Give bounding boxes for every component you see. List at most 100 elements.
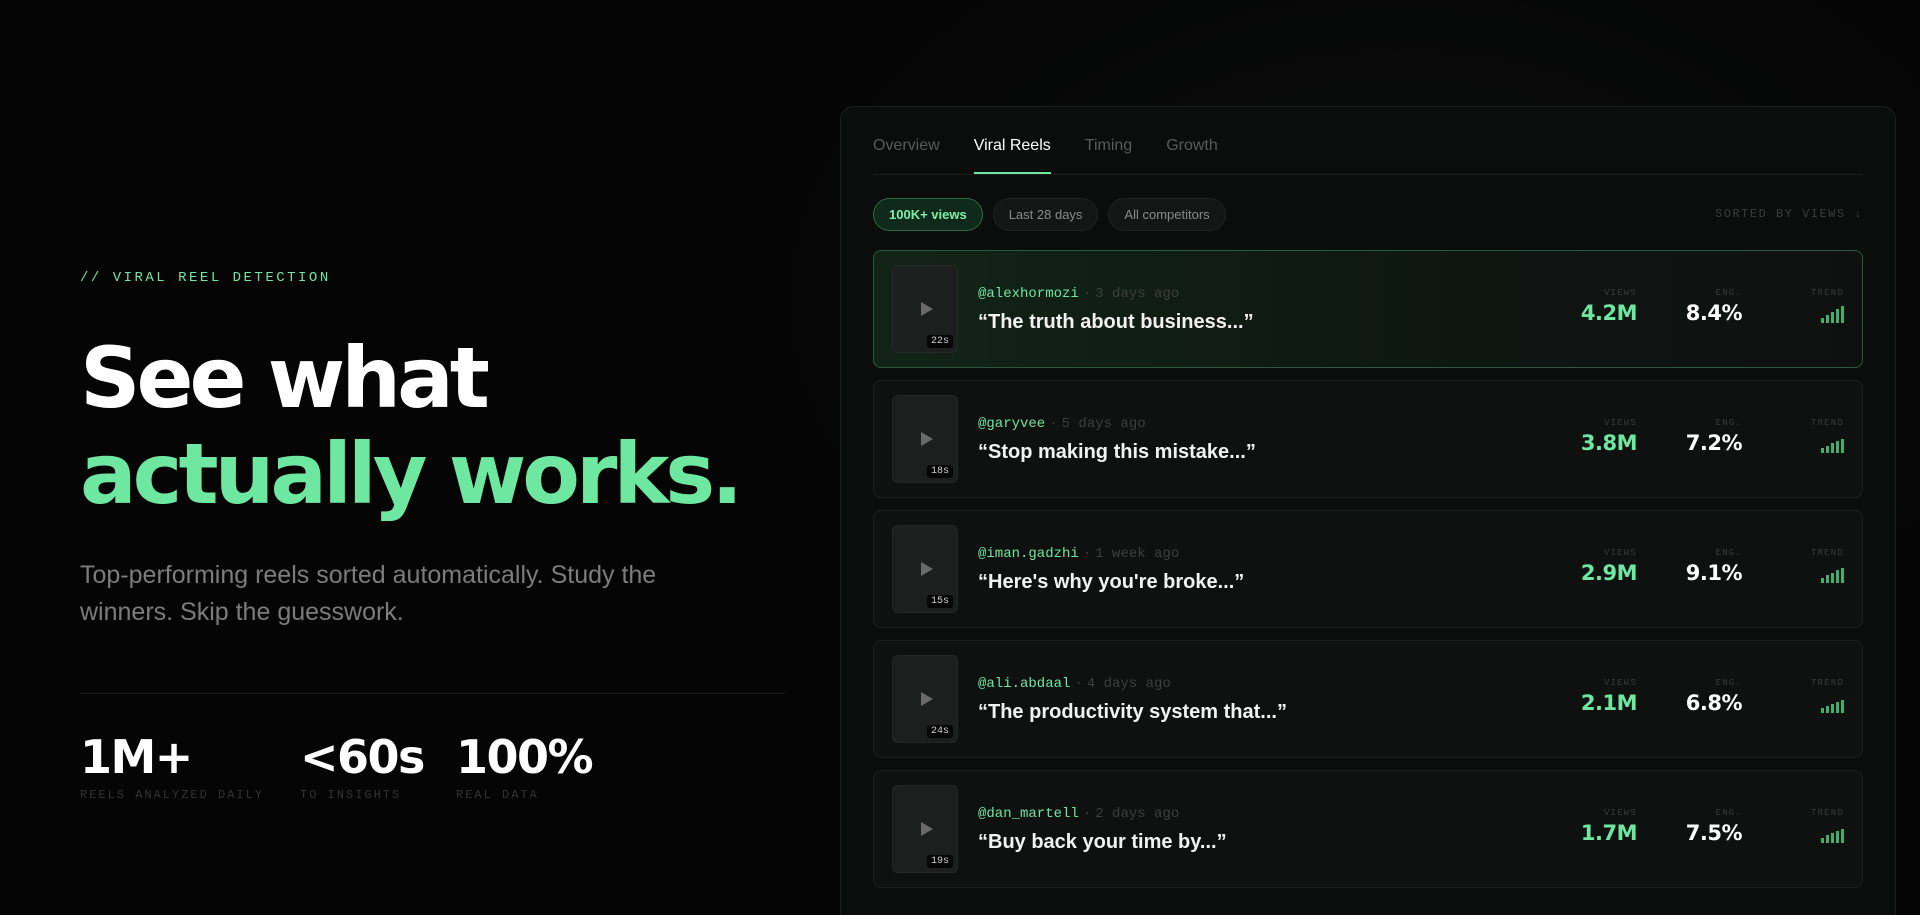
reel-meta: @garyvee · 5 days ago [978, 416, 1146, 432]
stat-value: 1M+ [80, 730, 193, 784]
views-value: 3.8M [1580, 431, 1638, 455]
engagement-metric: ENG. 6.8% [1685, 678, 1743, 715]
engagement-metric: ENG. 9.1% [1685, 548, 1743, 585]
reel-meta: @ali.abdaal · 4 days ago [978, 676, 1171, 692]
reel-caption: “Here's why you're broke...” [978, 571, 1245, 593]
reel-row[interactable]: 24s @ali.abdaal · 4 days ago “The producti… [873, 640, 1863, 758]
hero-section: // VIRAL REEL DETECTION See what actuall… [80, 0, 785, 915]
metric-label: TREND [1810, 418, 1844, 428]
metric-label: ENG. [1715, 808, 1742, 818]
reel-meta: @dan_martell · 2 days ago [978, 806, 1180, 822]
duration-badge: 22s [926, 335, 953, 348]
tab-viral-reels[interactable]: Viral Reels [973, 137, 1051, 174]
trend-metric: TREND [1811, 288, 1844, 323]
reel-caption: “Buy back your time by...” [978, 831, 1227, 853]
trend-metric: TREND [1811, 548, 1844, 583]
eyebrow-label: // VIRAL REEL DETECTION [80, 270, 331, 286]
metric-label: ENG. [1715, 288, 1742, 298]
stat-label: TO INSIGHTS [300, 788, 402, 802]
posted-time: 5 days ago [1061, 416, 1146, 432]
views-metric: VIEWS 4.2M [1580, 288, 1638, 325]
filter-chip-date-range[interactable]: Last 28 days [992, 198, 1099, 231]
creator-handle[interactable]: @dan_martell [978, 806, 1079, 822]
filter-chip-competitors[interactable]: All competitors [1108, 198, 1226, 231]
bar-chart-icon [1811, 305, 1844, 323]
metric-label: TREND [1810, 678, 1844, 688]
engagement-value: 7.2% [1685, 431, 1743, 455]
metric-label: VIEWS [1603, 678, 1637, 688]
reel-list: 22s @alexhormozi · 3 days ago “The truth a… [873, 250, 1863, 900]
play-icon [921, 562, 933, 576]
reel-caption: “The productivity system that...” [978, 701, 1287, 723]
engagement-value: 9.1% [1685, 561, 1743, 585]
stat-time-to-insights: <60s TO INSIGHTS [300, 730, 425, 802]
metric-label: VIEWS [1603, 288, 1637, 298]
stat-value: 100% [456, 730, 594, 784]
engagement-value: 6.8% [1685, 691, 1743, 715]
creator-handle[interactable]: @ali.abdaal [978, 676, 1070, 692]
reel-thumbnail[interactable]: 15s [892, 525, 958, 613]
posted-time: 2 days ago [1095, 806, 1180, 822]
stat-label: REELS ANALYZED DAILY [80, 788, 265, 802]
trend-metric: TREND [1811, 418, 1844, 453]
views-value: 2.1M [1580, 691, 1638, 715]
engagement-value: 7.5% [1685, 821, 1743, 845]
engagement-metric: ENG. 7.2% [1685, 418, 1743, 455]
trend-metric: TREND [1811, 678, 1844, 713]
reel-row[interactable]: 22s @alexhormozi · 3 days ago “The truth a… [873, 250, 1863, 368]
tab-growth[interactable]: Growth [1166, 137, 1218, 174]
metric-label: TREND [1810, 808, 1844, 818]
reel-thumbnail[interactable]: 18s [892, 395, 958, 483]
stat-value: <60s [300, 730, 425, 784]
play-icon [921, 302, 933, 316]
reel-meta: @alexhormozi · 3 days ago [978, 286, 1180, 302]
views-metric: VIEWS 2.1M [1580, 678, 1638, 715]
views-value: 2.9M [1580, 561, 1638, 585]
stat-reels-analyzed: 1M+ REELS ANALYZED DAILY [80, 730, 264, 802]
reel-thumbnail[interactable]: 22s [892, 265, 958, 353]
metric-label: VIEWS [1603, 418, 1637, 428]
metric-label: ENG. [1715, 548, 1742, 558]
posted-time: 4 days ago [1086, 676, 1171, 692]
creator-handle[interactable]: @iman.gadzhi [978, 546, 1079, 562]
views-value: 4.2M [1580, 301, 1638, 325]
trend-metric: TREND [1811, 808, 1844, 843]
duration-badge: 15s [926, 595, 953, 608]
creator-handle[interactable]: @alexhormozi [978, 286, 1079, 302]
reel-row[interactable]: 18s @garyvee · 5 days ago “Stop making thi… [873, 380, 1863, 498]
reel-row[interactable]: 15s @iman.gadzhi · 1 week ago “Here's why … [873, 510, 1863, 628]
tab-timing[interactable]: Timing [1085, 137, 1132, 174]
filter-chip-views[interactable]: 100K+ views [873, 198, 983, 231]
posted-time: 3 days ago [1095, 286, 1180, 302]
stat-real-data: 100% REAL DATA [456, 730, 594, 802]
creator-handle[interactable]: @garyvee [978, 416, 1045, 432]
reel-caption: “The truth about business...” [978, 311, 1254, 333]
reel-caption: “Stop making this mistake...” [978, 441, 1256, 463]
reel-thumbnail[interactable]: 24s [892, 655, 958, 743]
play-icon [921, 822, 933, 836]
views-metric: VIEWS 2.9M [1580, 548, 1638, 585]
filter-bar: 100K+ views Last 28 days All competitors [873, 198, 1226, 231]
bar-chart-icon [1811, 565, 1844, 583]
bar-chart-icon [1811, 825, 1844, 843]
duration-badge: 18s [926, 465, 953, 478]
tab-overview[interactable]: Overview [873, 137, 940, 174]
reel-row[interactable]: 19s @dan_martell · 2 days ago “Buy back yo… [873, 770, 1863, 888]
metric-label: TREND [1810, 288, 1844, 298]
hero-divider [80, 693, 785, 694]
posted-time: 1 week ago [1095, 546, 1180, 562]
duration-badge: 24s [926, 725, 953, 738]
bar-chart-icon [1811, 695, 1844, 713]
play-icon [921, 432, 933, 446]
views-value: 1.7M [1580, 821, 1638, 845]
engagement-value: 8.4% [1685, 301, 1743, 325]
tab-bar: Overview Viral Reels Timing Growth [873, 107, 1863, 175]
metric-label: VIEWS [1603, 808, 1637, 818]
metric-label: VIEWS [1603, 548, 1637, 558]
hero-subtitle: Top-performing reels sorted automaticall… [80, 561, 657, 626]
reel-thumbnail[interactable]: 19s [892, 785, 958, 873]
play-icon [921, 692, 933, 706]
sort-label[interactable]: SORTED BY VIEWS ↓ [1715, 207, 1863, 221]
stat-label: REAL DATA [456, 788, 539, 802]
metric-label: ENG. [1715, 678, 1742, 688]
